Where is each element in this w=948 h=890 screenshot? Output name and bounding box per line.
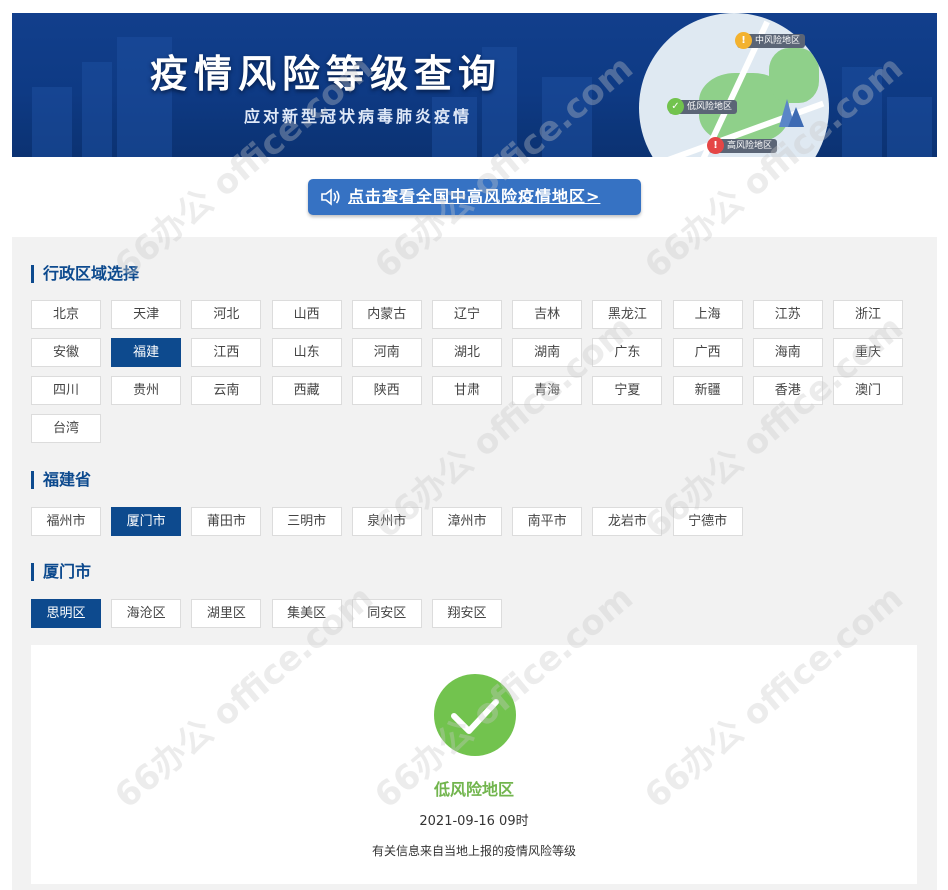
city-option[interactable]: 南平市 [512, 507, 583, 536]
province-option[interactable]: 海南 [752, 338, 823, 367]
district-option[interactable]: 思明区 [31, 599, 101, 628]
check-circle-icon [434, 674, 516, 756]
update-time: 2021-09-16 09时 [419, 814, 529, 829]
result-card: 低风险地区 2021-09-16 09时 有关信息来自当地上报的疫情风险等级 [31, 645, 917, 884]
city-option[interactable]: 漳州市 [432, 507, 502, 536]
district-option[interactable]: 集美区 [271, 599, 342, 628]
triangle-icon [779, 99, 804, 127]
province-option[interactable]: 山东 [271, 338, 342, 367]
province-option[interactable]: 新疆 [672, 376, 743, 405]
province-option[interactable]: 台湾 [31, 414, 101, 443]
warning-icon: ! [735, 32, 752, 49]
map-pin-high: ! 高风险地区 [707, 137, 778, 154]
district-option[interactable]: 同安区 [351, 599, 422, 628]
province-option[interactable]: 上海 [672, 300, 743, 329]
city-option[interactable]: 泉州市 [351, 507, 422, 536]
province-option[interactable]: 浙江 [833, 300, 903, 329]
province-option[interactable]: 香港 [752, 376, 823, 405]
city-option[interactable]: 宁德市 [672, 507, 743, 536]
city-option[interactable]: 厦门市 [111, 507, 182, 536]
province-section-title: 福建省 [31, 471, 91, 489]
city-option[interactable]: 莆田市 [191, 507, 262, 536]
province-option[interactable]: 重庆 [833, 338, 903, 367]
province-option[interactable]: 云南 [191, 376, 262, 405]
district-option[interactable]: 海沧区 [111, 599, 182, 628]
province-option[interactable]: 贵州 [111, 376, 182, 405]
region-section-title: 行政区域选择 [31, 265, 139, 283]
source-note: 有关信息来自当地上报的疫情风险等级 [371, 844, 576, 858]
province-option[interactable]: 福建 [111, 338, 182, 367]
map-pin-low: ✓ 低风险地区 [667, 98, 738, 115]
warning-icon: ! [707, 137, 724, 154]
province-option[interactable]: 西藏 [271, 376, 342, 405]
city-option[interactable]: 龙岩市 [592, 507, 663, 536]
city-section-title: 厦门市 [31, 563, 91, 581]
province-option[interactable]: 江西 [191, 338, 262, 367]
high-risk-areas-link-button[interactable]: 点击查看全国中高风险疫情地区> [308, 179, 641, 215]
province-option[interactable]: 湖南 [512, 338, 583, 367]
province-option[interactable]: 山西 [271, 300, 342, 329]
province-option[interactable]: 青海 [512, 376, 583, 405]
province-option[interactable]: 广西 [672, 338, 743, 367]
province-option[interactable]: 河北 [191, 300, 262, 329]
province-option[interactable]: 湖北 [432, 338, 502, 367]
page-title: 疫情风险等级查询 [150, 52, 503, 96]
province-option[interactable]: 河南 [351, 338, 422, 367]
page-subtitle: 应对新型冠状病毒肺炎疫情 [244, 107, 473, 126]
province-option[interactable]: 吉林 [512, 300, 583, 329]
province-option[interactable]: 陕西 [351, 376, 422, 405]
province-option[interactable]: 安徽 [31, 338, 101, 367]
province-option[interactable]: 四川 [31, 376, 101, 405]
query-panel: 行政区域选择 北京 天津 河北 山西 内蒙古 辽宁 吉林 黑龙江 上海 江苏 浙江安徽 福建 江西 山东河… [12, 237, 937, 890]
province-option[interactable]: 辽宁 [432, 300, 502, 329]
header-banner: 疫情风险等级查询 应对新型冠状病毒肺炎疫情 ! 中风险地区 ✓ 低风险地区 ! … [12, 13, 937, 157]
check-icon: ✓ [667, 98, 684, 115]
province-option[interactable]: 广东 [592, 338, 663, 367]
province-option[interactable]: 天津 [111, 300, 182, 329]
district-option[interactable]: 翔安区 [432, 599, 502, 628]
district-option[interactable]: 湖里区 [191, 599, 262, 628]
province-option[interactable]: 甘肃 [432, 376, 502, 405]
province-option[interactable]: 江苏 [752, 300, 823, 329]
risk-level-label: 低风险地区 [433, 780, 514, 799]
city-option[interactable]: 三明市 [271, 507, 342, 536]
notice-label: 点击查看全国中高风险疫情地区> [348, 187, 601, 206]
province-option[interactable]: 内蒙古 [351, 300, 422, 329]
speaker-icon [321, 188, 340, 206]
province-option[interactable]: 澳门 [833, 376, 903, 405]
province-option[interactable]: 黑龙江 [592, 300, 663, 329]
province-option[interactable]: 北京 [31, 300, 101, 329]
province-option[interactable]: 宁夏 [592, 376, 663, 405]
map-pin-medium: ! 中风险地区 [735, 32, 806, 49]
city-option[interactable]: 福州市 [31, 507, 101, 536]
